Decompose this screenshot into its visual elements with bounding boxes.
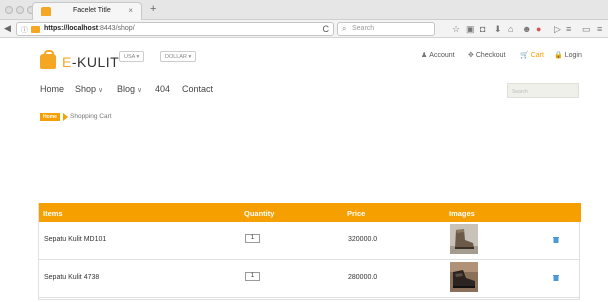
back-arrow-icon[interactable]: ◀ [4,23,11,34]
close-window-button[interactable] [5,6,13,14]
item-price: 280000.0 [348,274,378,281]
cart-table: Items Quantity Price Images Sepatu Kulit… [38,203,581,300]
product-image[interactable] [450,224,478,254]
header-images: Images [449,209,475,218]
nav-shop[interactable]: Shop ∨ [75,84,103,94]
lock-icon: 🔒 [554,52,563,59]
login-label: Login [564,52,582,59]
browser-search-placeholder: Search [352,25,375,32]
search-icon: ⌕ [342,24,347,33]
forward-arrow-icon[interactable]: ▷ [554,24,561,34]
currency-select[interactable]: DOLLAR ▾ [160,51,197,62]
url-text[interactable]: https://localhost:8443/shop/ [44,25,135,32]
nav-shop-label: Shop [75,84,97,94]
cart-label: Cart [530,52,544,59]
header-price: Price [347,209,366,218]
item-price: 320000.0 [348,236,378,243]
chevron-down-icon: ∨ [98,87,104,94]
account-label: Account [429,52,455,59]
nav-home[interactable]: Home [40,84,64,94]
browser-tab[interactable]: Facelet Title × [32,2,142,20]
cart-link[interactable]: 🛒 Cart [520,51,544,59]
breadcrumb-arrow-icon [63,113,68,121]
table-row: Sepatu Kulit 4738 1 280000.0 [39,260,579,298]
tab-title: Facelet Title [73,7,111,14]
breadcrumb-home[interactable]: Home [40,113,60,121]
info-icon[interactable]: ⓘ [21,25,28,35]
account-link[interactable]: ♟ Account [421,51,455,59]
extension-icon[interactable]: ● [536,24,541,34]
user-icon: ♟ [421,52,428,59]
sidebar-icon[interactable]: ≡ [566,24,571,34]
new-tab-button[interactable]: + [150,3,156,15]
nav-404[interactable]: 404 [155,84,170,94]
site-search-input[interactable]: Search [507,83,579,98]
checkout-label: Checkout [475,52,506,59]
logo-name: -KULIT [71,54,120,70]
site-favicon-icon [31,26,40,33]
country-select[interactable]: USA ▾ [119,51,145,62]
table-row: Sepatu Kulit MD101 1 320000.0 [39,222,579,260]
address-bar[interactable]: ⓘ https://localhost:8443/shop/ C [16,22,334,36]
tabs-icon[interactable]: ▭ [582,24,591,34]
nav-contact[interactable]: Contact [182,84,213,94]
browser-navbar: ◀ ⓘ https://localhost:8443/shop/ C ⌕ Sea… [0,20,608,38]
header-quantity: Quantity [244,209,275,218]
delete-item-icon[interactable] [553,275,559,281]
login-link[interactable]: 🔒 Login [554,51,582,59]
checkout-link[interactable]: ✥ Checkout [468,51,505,59]
header-items: Items [43,209,63,218]
cart-icon: 🛒 [520,52,529,59]
shopping-bag-logo-icon[interactable] [40,50,56,69]
home-icon[interactable]: ⌂ [508,24,513,34]
bookmark-star-icon[interactable]: ☆ [452,24,460,34]
url-path: :8443/shop/ [98,25,135,32]
cart-table-header: Items Quantity Price Images [39,203,581,222]
browser-titlebar: Facelet Title × + [0,0,608,20]
url-host: https://localhost [44,25,99,32]
checkout-icon: ✥ [468,52,474,59]
menu-icon[interactable]: ≡ [597,24,602,34]
item-name: Sepatu Kulit 4738 [44,274,100,281]
chevron-down-icon: ∨ [137,87,143,94]
browser-search-input[interactable]: ⌕ Search [337,22,435,36]
reading-list-icon[interactable]: ▣ [466,24,475,34]
quantity-input[interactable]: 1 [245,272,260,281]
reload-icon[interactable]: C [323,24,330,34]
nav-blog-label: Blog [117,84,136,94]
site-logo[interactable]: E-KULIT [62,54,119,70]
emoji-icon[interactable]: ☻ [522,24,531,34]
pocket-icon[interactable]: ◘ [480,24,485,34]
minimize-window-button[interactable] [16,6,24,14]
nav-blog[interactable]: Blog ∨ [117,84,142,94]
product-image[interactable] [450,262,478,292]
logo-letter: E [62,54,72,70]
item-name: Sepatu Kulit MD101 [44,236,107,243]
quantity-input[interactable]: 1 [245,234,260,243]
download-icon[interactable]: ⬇ [494,24,502,34]
delete-item-icon[interactable] [553,237,559,243]
breadcrumb-current: Shopping Cart [70,113,112,120]
tab-close-icon[interactable]: × [128,6,133,15]
shopping-bag-icon [41,7,51,16]
